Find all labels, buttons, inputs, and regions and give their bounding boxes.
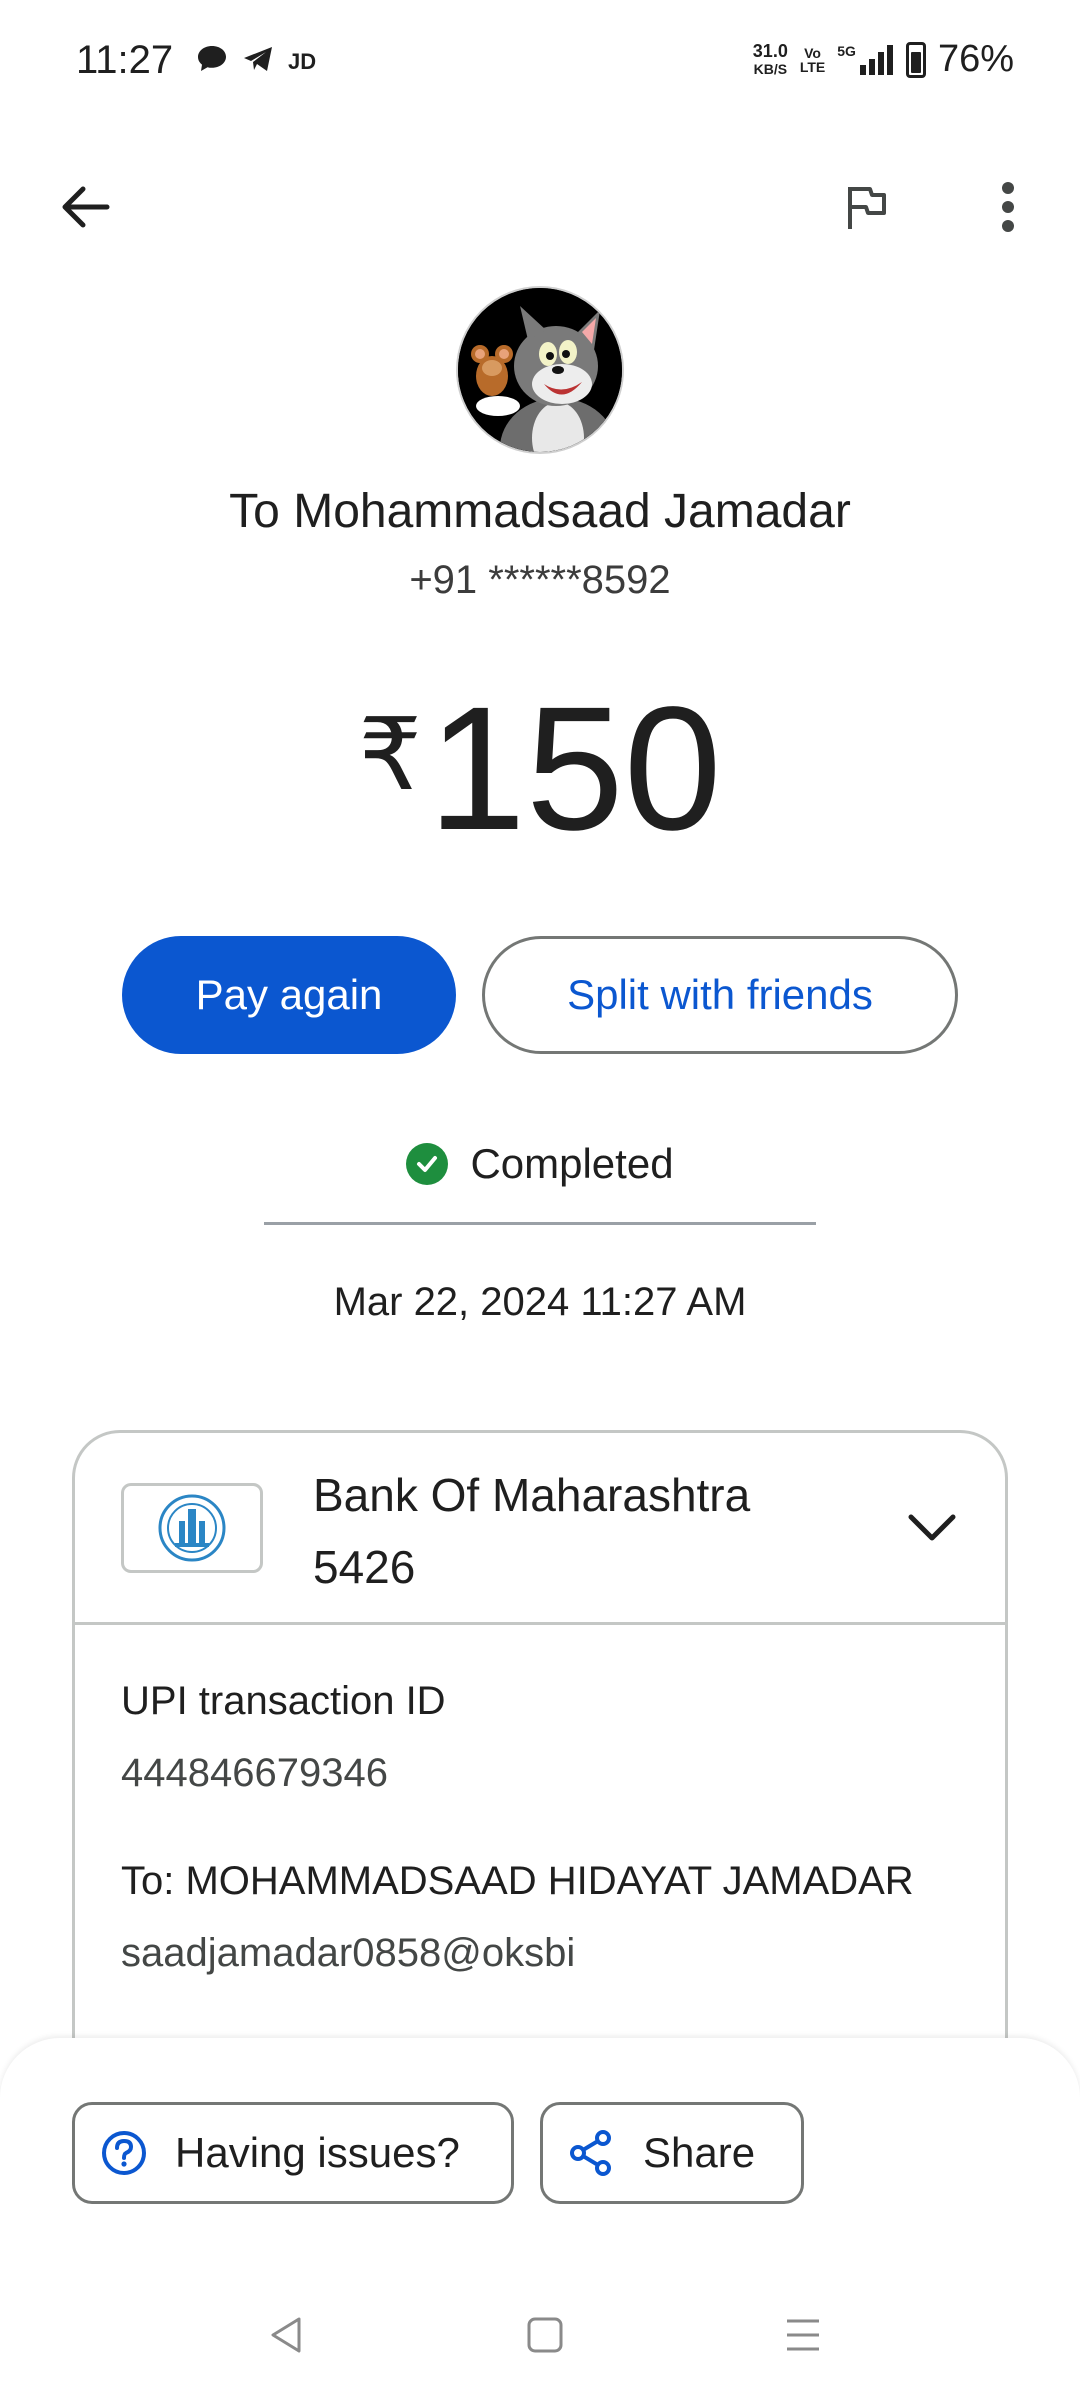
nav-menu-lines-icon [787, 2319, 819, 2351]
pay-again-button[interactable]: Pay again [122, 936, 456, 1054]
avatar [456, 286, 624, 454]
battery-icon [905, 41, 926, 78]
top-app-bar [0, 150, 1080, 260]
system-nav-bar [0, 2290, 1080, 2400]
status-text: Completed [470, 1140, 674, 1187]
nav-recents-button[interactable] [778, 2310, 828, 2360]
system-indicators: 31.0 KB/S Vo LTE 5G 76% [753, 38, 1014, 81]
having-issues-label: Having issues? [175, 2129, 460, 2176]
share-icon [570, 2130, 611, 2176]
signal-icon: 5G [837, 43, 894, 77]
payment-amount: ₹150 [0, 660, 1080, 864]
more-vert-icon [1002, 182, 1014, 232]
help-circle-icon [102, 2131, 146, 2175]
having-issues-button[interactable]: Having issues? [72, 2102, 514, 2204]
expand-button[interactable] [897, 1493, 967, 1563]
split-with-friends-button[interactable]: Split with friends [482, 936, 958, 1054]
payee-upi-id: saadjamadar0858@oksbi [121, 1931, 576, 1975]
check-circle-icon [406, 1143, 449, 1185]
telegram-icon [242, 44, 274, 79]
nav-back-triangle-icon [271, 2317, 301, 2353]
nav-back-button[interactable] [262, 2310, 312, 2360]
battery-percent: 76% [937, 38, 1014, 80]
network-speed: 31.0 KB/S [752, 40, 788, 77]
upi-transaction-id-label: UPI transaction ID [121, 1679, 446, 1723]
bank-name: Bank Of Maharashtra [313, 1469, 751, 1521]
recipient-phone: +91 ******8592 [409, 558, 671, 602]
nav-home-square-icon [527, 2317, 563, 2353]
bank-account-row[interactable]: Bank Of Maharashtra 5426 [75, 1433, 1005, 1625]
status-time: 11:27 [76, 38, 174, 82]
divider [264, 1222, 816, 1225]
share-label: Share [643, 2129, 756, 2176]
recipient-name: To Mohammadsaad Jamadar [229, 485, 851, 538]
jd-app-icon: JD [288, 48, 317, 74]
back-arrow-icon [62, 186, 110, 228]
status-bar: 11:27 JD 31.0 KB/S Vo LTE 5G 76% [0, 0, 1080, 126]
bank-logo [121, 1483, 263, 1573]
currency-symbol: ₹ [358, 699, 422, 811]
amount-value: 150 [427, 671, 722, 867]
transaction-datetime: Mar 22, 2024 11:27 AM [333, 1280, 747, 1324]
chevron-down-icon [908, 1514, 956, 1541]
transaction-status: Completed [0, 1140, 1080, 1188]
volte-indicator: Vo LTE [799, 44, 826, 75]
bank-account-last-digits: 5426 [313, 1541, 416, 1593]
share-button[interactable]: Share [540, 2102, 804, 2204]
upi-transaction-id-value: 444846679346 [121, 1751, 388, 1795]
chat-bubble-icon [196, 44, 228, 79]
back-button[interactable] [40, 172, 130, 242]
nav-home-button[interactable] [520, 2310, 570, 2360]
more-options-button[interactable] [968, 172, 1048, 242]
cartoon-cat-mouse-avatar-icon [458, 288, 622, 452]
flag-icon [848, 187, 886, 229]
report-button[interactable] [826, 172, 906, 242]
payee-name-label: To: MOHAMMADSAAD HIDAYAT JAMADAR [121, 1859, 914, 1903]
notification-icons: JD [196, 44, 316, 79]
bank-emblem-icon [158, 1494, 226, 1562]
